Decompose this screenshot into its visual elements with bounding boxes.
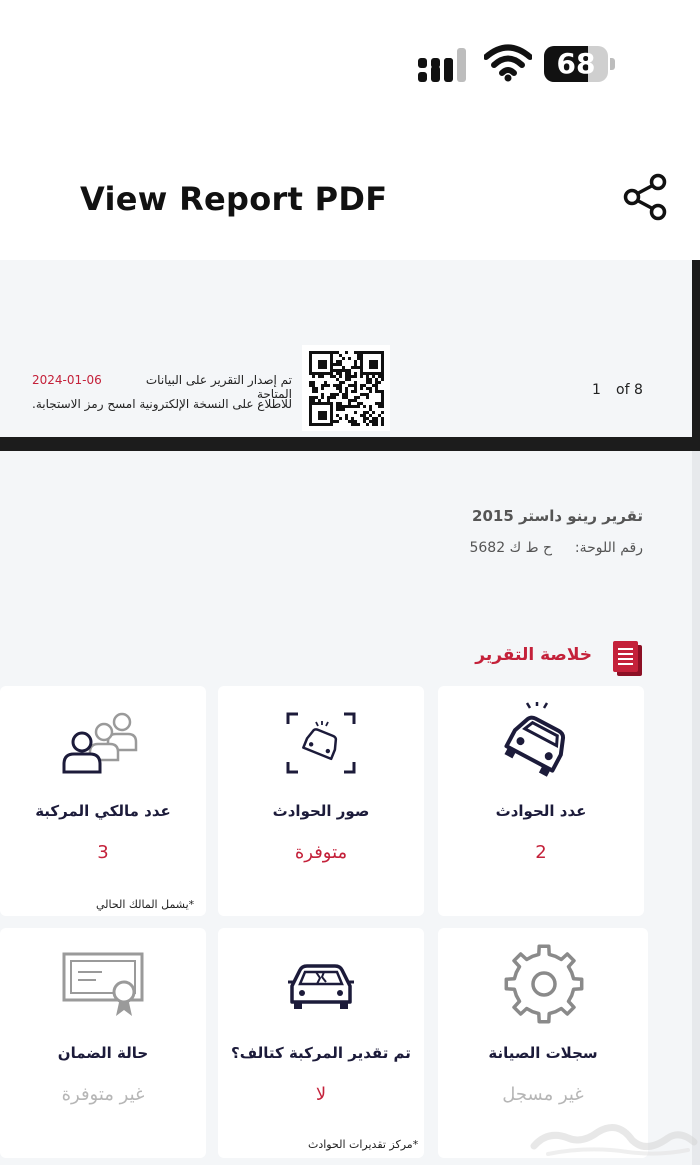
battery-percent: 68 — [556, 47, 596, 80]
certificate-icon — [62, 952, 144, 1016]
battery-indicator: 68 — [544, 46, 616, 82]
summary-heading: خلاصة التقرير — [475, 645, 592, 665]
report-document-icon — [613, 641, 642, 676]
status-bar: 68 — [0, 0, 700, 130]
card-value: 2 — [535, 842, 547, 863]
card-note: *مركز تقديرات الحوادث — [308, 1138, 419, 1151]
card-value: متوفرة — [294, 842, 348, 863]
plate-value: ح ط ك 5682 — [469, 540, 552, 556]
card-label: سجلات الصيانة — [488, 1044, 598, 1062]
card-accident-photos[interactable]: صور الحوادث متوفرة — [218, 686, 424, 916]
issue-date: 2024-01-06 — [32, 373, 102, 387]
cellular-signal-icon — [418, 48, 468, 82]
page-title: View Report PDF — [80, 180, 388, 218]
card-owners-count: عدد مالكي المركبة 3 *يشمل المالك الحالي — [0, 686, 206, 916]
card-accidents-count: عدد الحوادث 2 — [438, 686, 644, 916]
card-warranty: حالة الضمان غير متوفرة — [0, 928, 206, 1158]
crashed-car-icon — [504, 702, 566, 777]
card-note: *يشمل المالك الحالي — [96, 898, 195, 911]
card-label: حالة الضمان — [57, 1044, 149, 1062]
gear-icon — [504, 944, 584, 1024]
card-total-loss: تم تقدير المركبة كتالف؟ لا *مركز تقديرات… — [218, 928, 424, 1158]
damaged-car-icon — [288, 964, 354, 1009]
scan-instructions: للاطلاع على النسخة الإلكترونية امسح رمز … — [32, 397, 292, 411]
card-label: صور الحوادث — [272, 802, 370, 820]
viewer-edge-lower — [692, 451, 700, 1165]
plate-label: رقم اللوحة: — [574, 540, 643, 556]
qr-code[interactable] — [302, 345, 390, 431]
watermark-logo — [530, 1124, 698, 1156]
page-total: of 8 — [616, 382, 643, 398]
car-photo-icon — [286, 712, 356, 774]
page-separator — [0, 437, 700, 451]
share-icon[interactable] — [620, 172, 670, 222]
wifi-icon — [484, 44, 532, 82]
card-value: غير مسجل — [502, 1084, 584, 1105]
report-title: تقرير رينو داستر 2015 — [472, 507, 643, 525]
card-value: لا — [315, 1084, 327, 1105]
card-label: عدد مالكي المركبة — [35, 802, 171, 820]
card-label: تم تقدير المركبة كتالف؟ — [231, 1044, 411, 1062]
card-value: 3 — [97, 842, 109, 863]
owners-icon — [62, 712, 138, 774]
card-value: غير متوفرة — [61, 1084, 145, 1105]
page-number: 1 — [592, 382, 601, 398]
card-label: عدد الحوادث — [495, 802, 587, 820]
